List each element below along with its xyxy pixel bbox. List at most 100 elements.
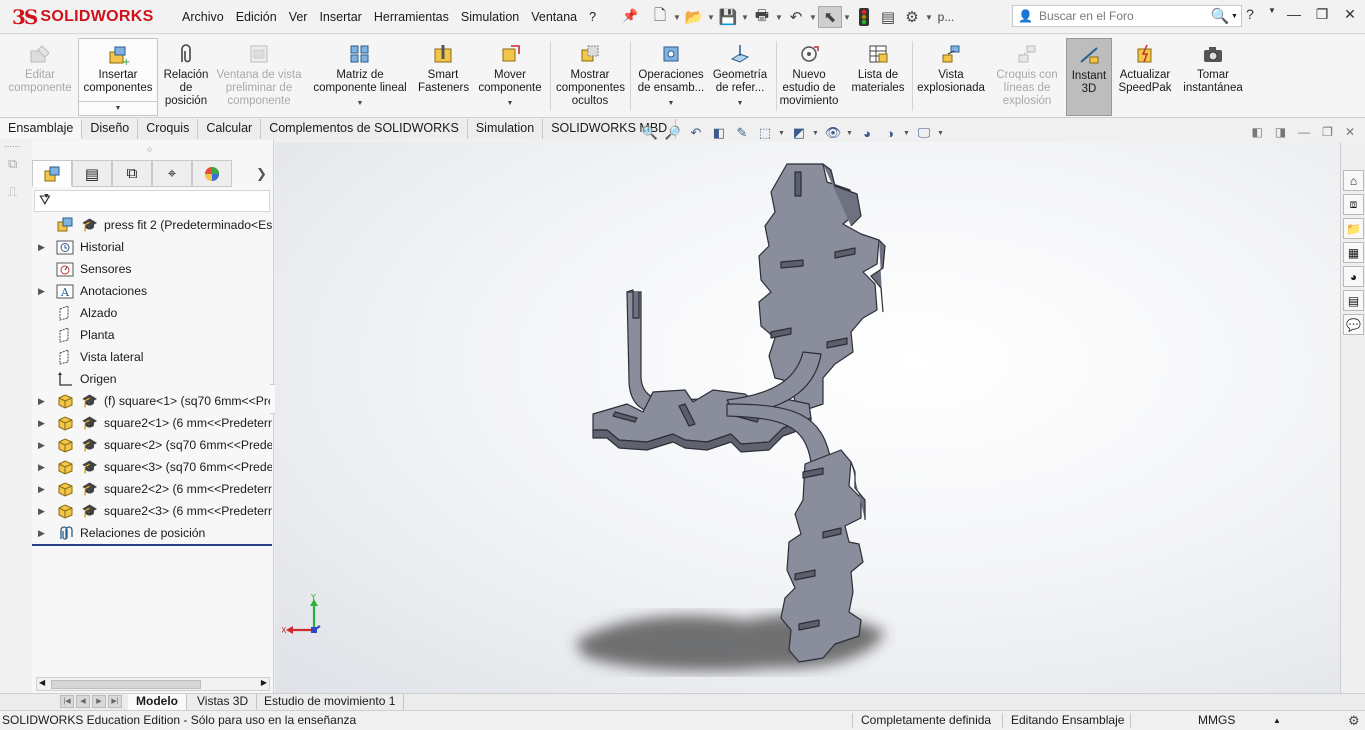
help-icon[interactable]: ?	[1239, 6, 1261, 23]
menu-help[interactable]: ?	[583, 8, 602, 26]
close-icon[interactable]: ✕	[1339, 6, 1361, 23]
tabs-next-arrow-icon[interactable]: ❯	[256, 166, 267, 182]
undo-icon[interactable]: ↶	[784, 6, 808, 28]
graphics-area[interactable]	[275, 142, 1340, 693]
display-manager-tab[interactable]	[192, 160, 232, 187]
scroll-thumb[interactable]	[51, 680, 201, 689]
mate-button[interactable]: Relación de posición	[160, 38, 212, 116]
tab-ensamblaje[interactable]: Ensamblaje	[0, 119, 83, 139]
panel-horizontal-scrollbar[interactable]: ◀ ▶	[36, 677, 270, 691]
explode-line-sketch-button[interactable]: Croquis con líneas de explosión	[992, 38, 1062, 116]
tree-filter-field[interactable]: ⛛ ▼	[34, 190, 270, 212]
collapsed-tool-icon[interactable]: ⧉	[8, 156, 17, 172]
next-tab-icon[interactable]: ▶	[92, 695, 106, 708]
tab-modelo[interactable]: Modelo	[128, 694, 187, 710]
tab-calcular[interactable]: Calcular	[198, 119, 262, 139]
edit-component-button[interactable]: Editar componente	[6, 38, 74, 116]
pin-menu-icon[interactable]: 📌	[622, 8, 638, 24]
update-speedpak-button[interactable]: Actualizar SpeedPak	[1116, 38, 1174, 116]
smart-fasteners-button[interactable]: Smart Fasteners	[418, 38, 469, 116]
tree-component-2[interactable]: ▶ 🎓 square2<1> (6 mm<<Predetern	[32, 412, 272, 434]
expand-arrow-icon[interactable]: ▶	[38, 522, 45, 544]
insert-components-dropdown-icon[interactable]: ▼	[79, 101, 157, 115]
custom-properties-icon[interactable]: ▤	[1343, 290, 1364, 311]
filter-funnel-icon[interactable]: ⛛ ▼	[39, 192, 51, 209]
expand-arrow-icon[interactable]: ▶	[38, 456, 45, 478]
expand-arrow-icon[interactable]: ▶	[38, 236, 45, 258]
tab-croquis[interactable]: Croquis	[138, 119, 199, 139]
linear-pattern-dropdown-icon[interactable]: ▼	[357, 97, 364, 110]
configuration-manager-tab[interactable]: ⧉	[112, 160, 152, 187]
menu-simulation[interactable]: Simulation	[455, 8, 525, 26]
dimxpert-manager-tab[interactable]: ⌖	[152, 160, 192, 187]
assembly-features-dropdown-icon[interactable]: ▼	[668, 97, 675, 110]
component-preview-button[interactable]: Ventana de vista preliminar de component…	[214, 38, 304, 116]
reference-geometry-dropdown-icon[interactable]: ▼	[737, 97, 744, 110]
new-motion-study-button[interactable]: Nuevo estudio de movimiento	[780, 38, 838, 116]
solidworks-resources-home-icon[interactable]: ⌂	[1343, 170, 1364, 191]
expand-arrow-icon[interactable]: ▶	[38, 500, 45, 522]
tab-simulation[interactable]: Simulation	[467, 119, 544, 139]
new-dropdown-icon[interactable]: ▼	[672, 13, 682, 22]
expand-arrow-icon[interactable]: ▶	[38, 280, 45, 302]
tree-item-history[interactable]: ▶ Historial	[32, 236, 272, 258]
tab-vistas-3d[interactable]: Vistas 3D	[189, 694, 258, 710]
unit-system-arrow-icon[interactable]: ▲	[1273, 711, 1281, 730]
select-cursor-icon[interactable]: ⬉	[818, 6, 842, 28]
view-settings-dropdown-icon[interactable]: ▼	[937, 130, 945, 137]
reference-geometry-button[interactable]: Geometría de refer... ▼	[708, 38, 772, 116]
display-style-dropdown-icon[interactable]: ▼	[812, 130, 820, 137]
zoom-to-fit-icon[interactable]: 🔍	[640, 124, 660, 142]
design-library-icon[interactable]: ⧈	[1343, 194, 1364, 215]
options-gear-icon[interactable]: ⚙	[900, 6, 924, 28]
zoom-to-area-icon[interactable]: 🔎	[663, 124, 683, 142]
expand-arrow-icon[interactable]: ▶	[38, 434, 45, 456]
customize-status-icon[interactable]: ⚙	[1348, 711, 1360, 730]
menu-insertar[interactable]: Insertar	[313, 8, 367, 26]
viewport-restore-icon[interactable]: ❐	[1322, 125, 1333, 139]
new-document-icon[interactable]: 🗋	[648, 6, 672, 28]
print-icon[interactable]: 🖶	[750, 6, 774, 28]
menu-ver[interactable]: Ver	[283, 8, 314, 26]
instant3d-toggle[interactable]: Instant 3D	[1066, 38, 1112, 116]
assembly-features-button[interactable]: Operaciones de ensamb... ▼	[636, 38, 706, 116]
show-hidden-components-button[interactable]: Mostrar componentes ocultos	[556, 38, 625, 116]
forum-search[interactable]: 👤 Buscar en el Foro 🔍 ▼	[1012, 5, 1242, 27]
scroll-right-icon[interactable]: ▶	[261, 678, 267, 687]
expand-arrow-icon[interactable]: ▶	[38, 412, 45, 434]
tree-item-annotations[interactable]: ▶ A Anotaciones	[32, 280, 272, 302]
insert-components-button[interactable]: + Insertar componentes ▼	[78, 38, 158, 116]
viewport-minimize-icon[interactable]: —	[1298, 125, 1310, 139]
quick-access-overflow[interactable]: p...	[934, 6, 958, 28]
tree-root-assembly[interactable]: 🎓 press fit 2 (Predeterminado<Estado	[32, 214, 272, 236]
scroll-left-icon[interactable]: ◀	[39, 678, 45, 687]
unit-system[interactable]: MMGS	[1198, 711, 1235, 730]
menu-archivo[interactable]: Archivo	[176, 8, 230, 26]
bill-of-materials-button[interactable]: Lista de materiales	[848, 38, 908, 116]
scene-dropdown-icon[interactable]: ▼	[903, 130, 911, 137]
restore-icon[interactable]: ❐	[1311, 6, 1333, 23]
expand-arrow-icon[interactable]: ▶	[38, 390, 45, 412]
view-palette-icon[interactable]: ▦	[1343, 242, 1364, 263]
move-component-button[interactable]: Mover componente ▼	[474, 38, 546, 116]
rebuild-traffic-light-icon[interactable]	[852, 6, 876, 28]
tree-item-top-plane[interactable]: Planta	[32, 324, 272, 346]
tree-component-5[interactable]: ▶ 🎓 square2<2> (6 mm<<Predetern	[32, 478, 272, 500]
tree-item-origin[interactable]: Origen	[32, 368, 272, 390]
menu-ventana[interactable]: Ventana	[525, 8, 583, 26]
previous-view-icon[interactable]: ↶	[686, 124, 706, 142]
linear-pattern-button[interactable]: Matriz de componente lineal ▼	[310, 38, 410, 116]
undo-dropdown-icon[interactable]: ▼	[808, 13, 818, 22]
minimize-icon[interactable]: —	[1283, 6, 1305, 23]
print-dropdown-icon[interactable]: ▼	[774, 13, 784, 22]
appearances-icon[interactable]: ◕	[1343, 266, 1364, 287]
tree-item-sensors[interactable]: Sensores	[32, 258, 272, 280]
panel-splitter-handle[interactable]: ○	[147, 144, 152, 154]
help-dropdown-icon[interactable]: ▼	[1267, 6, 1277, 23]
tree-component-1[interactable]: ▶ 🎓 (f) square<1> (sq70 6mm<<Pre	[32, 390, 272, 412]
search-input[interactable]: Buscar en el Foro	[1039, 9, 1209, 23]
tree-component-6[interactable]: ▶ 🎓 square2<3> (6 mm<<Predetern	[32, 500, 272, 522]
tree-component-4[interactable]: ▶ 🎓 square<3> (sq70 6mm<<Predet	[32, 456, 272, 478]
hide-show-dropdown-icon[interactable]: ▼	[846, 130, 854, 137]
tab-complementos[interactable]: Complementos de SOLIDWORKS	[261, 119, 468, 139]
